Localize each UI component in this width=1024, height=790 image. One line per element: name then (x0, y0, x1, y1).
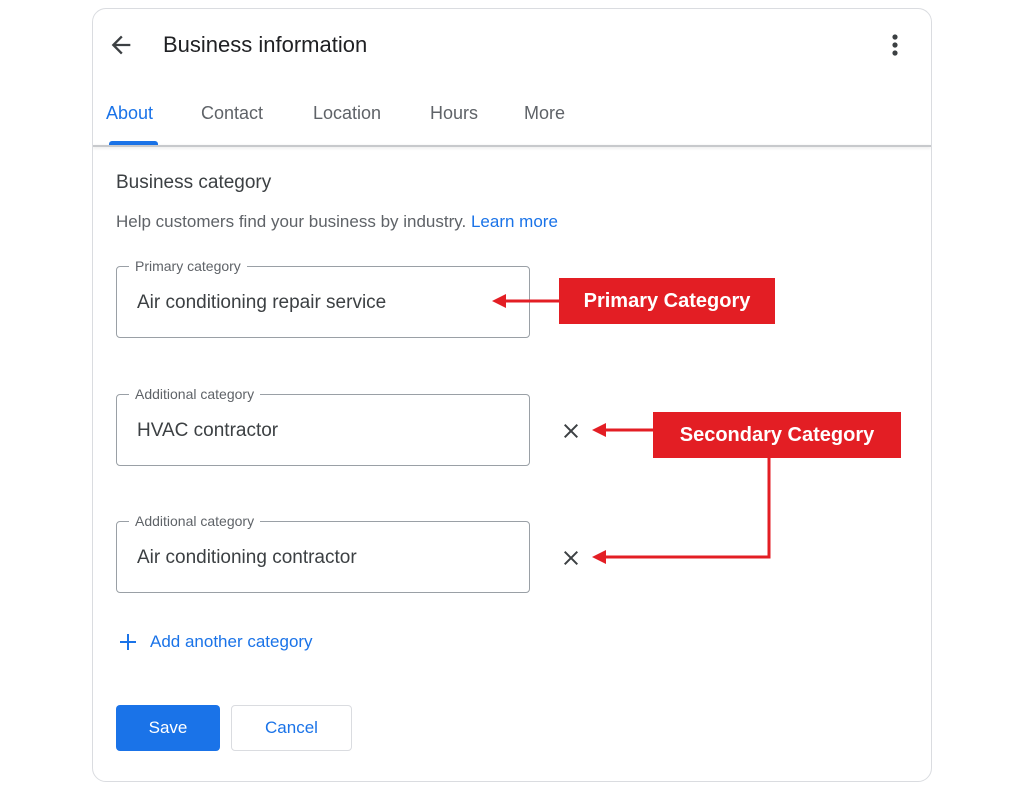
more-vert-icon[interactable] (885, 31, 905, 59)
arrow-back-icon[interactable] (107, 31, 135, 59)
field-value: Air conditioning contractor (137, 547, 357, 568)
field-label: Primary category (129, 257, 247, 275)
field-value: Air conditioning repair service (137, 292, 387, 313)
field-label: Additional category (129, 385, 261, 403)
helper-text: Help customers find your business by ind… (116, 212, 558, 232)
save-button[interactable]: Save (116, 705, 220, 751)
tab-location[interactable]: Location (313, 101, 381, 125)
header: Business information (93, 9, 931, 81)
add-another-category-label: Add another category (150, 632, 313, 651)
primary-category-field[interactable]: Primary category Air conditioning repair… (116, 257, 530, 338)
page-title: Business information (163, 32, 368, 57)
tab-contact[interactable]: Contact (201, 101, 263, 125)
additional-category-field[interactable]: Additional category Air conditioning con… (116, 512, 530, 593)
helper-text-body: Help customers find your business by ind… (116, 212, 467, 231)
add-another-category-button[interactable]: Add another category (119, 629, 313, 655)
secondary-category-annotation: Secondary Category (653, 412, 901, 458)
learn-more-link[interactable]: Learn more (471, 212, 558, 231)
business-info-card: Business information About Contact Locat… (92, 8, 932, 782)
cancel-button[interactable]: Cancel (231, 705, 352, 751)
field-label: Additional category (129, 512, 261, 530)
tab-about[interactable]: About (106, 101, 153, 125)
tab-hours[interactable]: Hours (430, 101, 478, 125)
tab-bar: About Contact Location Hours More (93, 97, 931, 149)
close-icon[interactable] (559, 546, 583, 570)
primary-category-annotation: Primary Category (559, 278, 775, 324)
tab-divider (93, 145, 931, 147)
additional-category-field[interactable]: Additional category HVAC contractor (116, 385, 530, 466)
tab-more[interactable]: More (524, 101, 565, 125)
field-value: HVAC contractor (137, 420, 279, 441)
plus-icon (120, 634, 136, 650)
section-title: Business category (116, 172, 272, 193)
close-icon[interactable] (559, 419, 583, 443)
